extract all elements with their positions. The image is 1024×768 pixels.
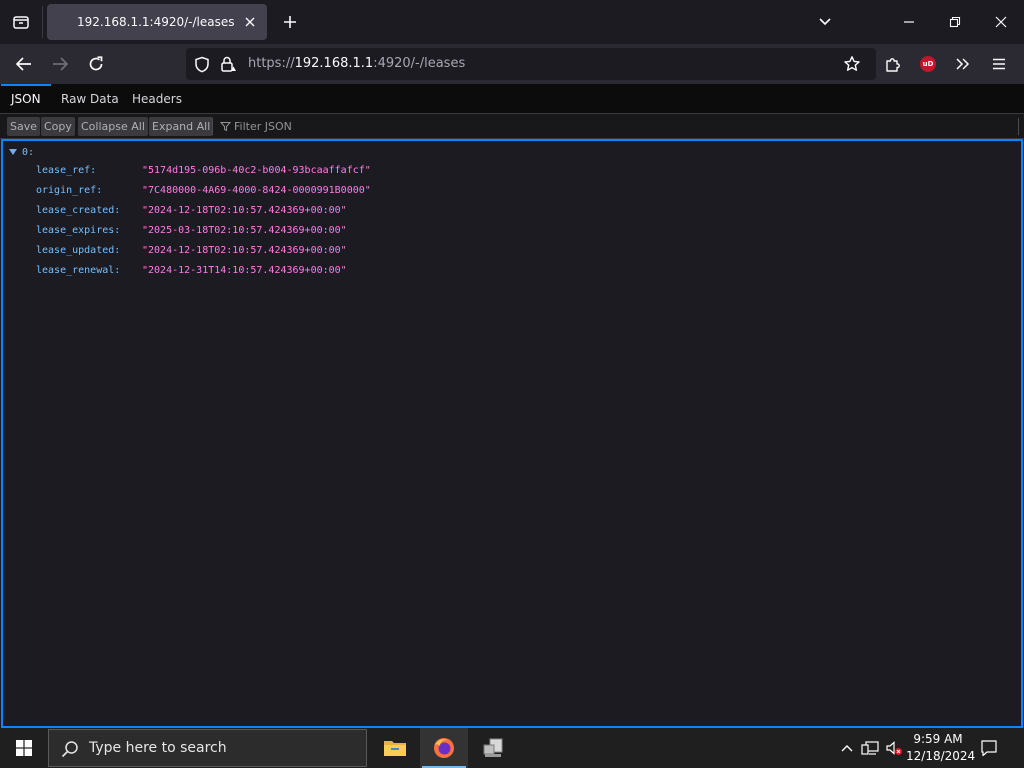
taskbar-clock[interactable]: 9:59 AM 12/18/2024 xyxy=(906,731,976,765)
toolbar-separator-end xyxy=(1018,118,1019,135)
json-key: lease_created: xyxy=(36,205,121,216)
double-chevron-right-icon xyxy=(956,58,970,70)
json-key: lease_ref: xyxy=(36,165,97,176)
json-root-key: 0: xyxy=(22,146,35,158)
lock-warning-icon xyxy=(221,56,236,72)
windows-logo-icon xyxy=(16,740,32,756)
app-menu-button[interactable] xyxy=(985,50,1013,78)
chevron-up-icon xyxy=(841,745,853,752)
tab-overflow-button[interactable] xyxy=(812,10,838,34)
search-placeholder: Type here to search xyxy=(89,740,227,756)
expand-all-button[interactable]: Expand All xyxy=(149,117,214,136)
toolbar-separator xyxy=(212,118,213,135)
tab-separator xyxy=(42,6,43,38)
back-button[interactable] xyxy=(10,50,38,78)
tab-title: 192.168.1.1:4920/-/leases xyxy=(77,15,235,29)
tab-active[interactable]: 192.168.1.1:4920/-/leases xyxy=(47,4,267,40)
firefox-icon xyxy=(434,738,454,758)
restore-icon xyxy=(949,16,961,28)
taskbar-file-explorer[interactable] xyxy=(371,728,419,768)
navigation-toolbar: https://192.168.1.1:4920/-/leases uD xyxy=(0,44,1024,84)
windows-taskbar: Type here to search 9:59 AM 12/18/2024 xyxy=(0,728,1024,768)
forward-button[interactable] xyxy=(46,50,74,78)
json-value: "2024-12-18T02:10:57.424369+00:00" xyxy=(142,205,347,216)
plus-icon xyxy=(284,16,296,28)
url-scheme: https:// xyxy=(248,56,295,71)
save-button[interactable]: Save xyxy=(7,117,41,136)
tab-raw-data[interactable]: Raw Data xyxy=(51,84,129,113)
filter-icon xyxy=(220,122,231,132)
computer-network-icon xyxy=(483,738,503,757)
close-icon xyxy=(245,17,255,27)
volume-button[interactable] xyxy=(885,739,903,757)
extensions-button[interactable] xyxy=(879,50,907,78)
puzzle-icon xyxy=(886,58,900,72)
json-value: "2024-12-18T02:10:57.424369+00:00" xyxy=(142,245,347,256)
shield-icon xyxy=(195,56,209,72)
tab-json[interactable]: JSON xyxy=(1,84,51,113)
tab-headers[interactable]: Headers xyxy=(122,84,192,113)
chevron-down-icon xyxy=(819,18,831,26)
json-value: "5174d195-096b-40c2-b004-93bcaaffafcf" xyxy=(142,165,371,176)
json-key: lease_updated: xyxy=(36,245,121,256)
expand-toggle-icon[interactable] xyxy=(9,149,17,155)
minimize-icon xyxy=(904,21,914,23)
speaker-muted-icon xyxy=(886,741,902,755)
json-tree-panel: 0: lease_ref: "5174d195-096b-40c2-b004-9… xyxy=(1,139,1023,728)
window-minimize-button[interactable] xyxy=(886,0,932,44)
clock-time: 9:59 AM xyxy=(913,732,963,746)
network-wired-icon xyxy=(861,741,879,755)
tab-close-button[interactable] xyxy=(241,13,259,31)
window-restore-button[interactable] xyxy=(932,0,978,44)
collapse-all-button[interactable]: Collapse All xyxy=(78,117,148,136)
hamburger-menu-icon xyxy=(993,58,1005,70)
clock-date: 12/18/2024 xyxy=(906,749,976,763)
filter-placeholder: Filter JSON xyxy=(234,120,292,133)
new-tab-button[interactable] xyxy=(278,10,302,34)
notifications-button[interactable] xyxy=(978,738,1000,758)
speech-bubble-icon xyxy=(981,740,997,757)
search-icon xyxy=(61,741,78,758)
folder-icon xyxy=(384,741,406,756)
close-icon xyxy=(995,16,1007,28)
url-path: :4920/-/leases xyxy=(373,56,466,71)
window-close-button[interactable] xyxy=(978,0,1024,44)
filter-json-input[interactable]: Filter JSON xyxy=(220,117,292,136)
json-key: lease_renewal: xyxy=(36,265,121,276)
bookmark-star-button[interactable] xyxy=(843,55,861,73)
json-key: lease_expires: xyxy=(36,225,121,236)
start-button[interactable] xyxy=(0,728,48,768)
json-key: origin_ref: xyxy=(36,185,103,196)
network-status-button[interactable] xyxy=(861,739,879,757)
copy-button[interactable]: Copy xyxy=(41,117,75,136)
json-value: "2025-03-18T02:10:57.424369+00:00" xyxy=(142,225,347,236)
json-value: "2024-12-31T14:10:57.424369+00:00" xyxy=(142,265,347,276)
reload-button[interactable] xyxy=(82,50,110,78)
site-info-button[interactable] xyxy=(219,55,237,73)
taskbar-firefox[interactable] xyxy=(420,728,468,768)
url-text[interactable]: https://192.168.1.1:4920/-/leases xyxy=(248,56,465,71)
list-all-tabs-button[interactable] xyxy=(0,0,42,44)
json-value: "7C480000-4A69-4000-8424-0000991B0000" xyxy=(142,185,371,196)
url-bar[interactable]: https://192.168.1.1:4920/-/leases xyxy=(186,48,876,80)
url-host: 192.168.1.1 xyxy=(294,56,374,71)
taskbar-network-app[interactable] xyxy=(469,728,517,768)
tracking-protection-button[interactable] xyxy=(193,55,211,73)
tab-strip: 192.168.1.1:4920/-/leases xyxy=(0,0,1024,44)
ublock-origin-button[interactable]: uD xyxy=(914,50,942,78)
more-tools-button[interactable] xyxy=(949,50,977,78)
json-toolbar: Save Copy Collapse All Expand All Filter… xyxy=(0,114,1024,139)
ublock-icon: uD xyxy=(920,56,936,72)
arrow-left-icon xyxy=(15,57,31,71)
reload-icon xyxy=(89,56,103,71)
tab-list-icon xyxy=(13,16,29,29)
taskbar-search-box[interactable]: Type here to search xyxy=(48,729,367,767)
json-root-row[interactable]: 0: xyxy=(9,145,34,159)
star-icon xyxy=(844,56,860,71)
show-hidden-icons-button[interactable] xyxy=(838,739,856,757)
json-viewer-tabs: JSON Raw Data Headers xyxy=(0,84,1024,114)
arrow-right-icon xyxy=(53,57,69,71)
